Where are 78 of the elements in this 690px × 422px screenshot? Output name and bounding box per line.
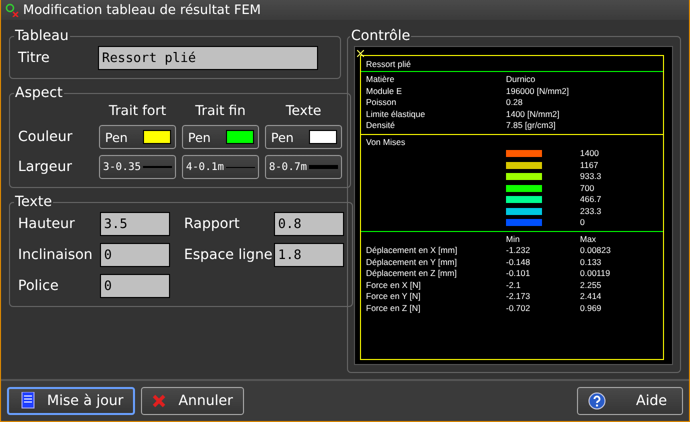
property-name: Densité (366, 120, 396, 132)
group-title: Contrôle (350, 28, 412, 44)
property-value: 0.28 (506, 97, 524, 108)
app-icon (5, 3, 19, 17)
field-label: Hauteur (18, 216, 76, 232)
property-value: 1400 [N/mm2] (506, 108, 560, 120)
min-value: -2.1 (506, 280, 522, 291)
row-label: Largeur (18, 159, 74, 175)
field-label: Inclinaison (18, 247, 94, 263)
scale-title: Von Mises (366, 136, 406, 148)
legend-value: 1167 (580, 160, 600, 171)
result-name: Déplacement en Y [mm] (366, 256, 458, 268)
column-header: Min (506, 234, 521, 245)
help-icon (588, 392, 606, 410)
property-name: Module E (366, 86, 403, 97)
line-width-button[interactable]: 4-0.1m (182, 155, 259, 179)
min-value: -2.173 (506, 291, 532, 302)
column-header: Trait fort (108, 103, 168, 119)
cancel-button[interactable]: Annuler (141, 387, 244, 415)
legend-value: 0 (580, 217, 586, 228)
property-name: Poisson (366, 97, 398, 108)
field-label: Police (18, 278, 60, 294)
pen-color-button[interactable]: Pen (182, 125, 259, 149)
result-name: Force en Y [N] (366, 291, 422, 302)
max-value: 0.00119 (580, 268, 612, 280)
field-label: Titre (18, 50, 51, 66)
result-name: Force en X [N] (366, 280, 422, 291)
field-label: Rapport (184, 216, 241, 232)
column-header: Max (580, 234, 598, 245)
line-sample-icon (142, 166, 172, 168)
line-sample-icon (308, 165, 338, 169)
min-value: -0.148 (506, 256, 532, 268)
close-icon (152, 394, 166, 408)
group-title: Texte (14, 194, 53, 210)
property-name: Limite élastique (366, 108, 426, 120)
window-title: Modification tableau de résultat FEM (23, 2, 261, 18)
property-value: 7.85 [gr/cm3] (506, 120, 557, 132)
document-icon (19, 392, 35, 410)
table-title: Ressort plié (366, 59, 411, 69)
cross-icon (357, 50, 364, 57)
property-value: Durnico (506, 74, 536, 86)
update-button[interactable]: Mise à jour (7, 387, 136, 415)
help-button[interactable]: Aide (577, 387, 683, 415)
row-label: Couleur (18, 129, 74, 145)
legend-value: 700 (580, 182, 596, 194)
group-title: Aspect (14, 85, 64, 101)
line-width-button[interactable]: 8-0.7m (265, 155, 342, 179)
legend-value: 1400 (580, 148, 600, 160)
pen-color-button[interactable]: Pen (99, 125, 176, 149)
max-value: 0.00823 (580, 245, 612, 256)
max-value: 2.414 (580, 291, 602, 302)
min-value: -0.101 (506, 268, 532, 280)
legend-value: 933.3 (580, 171, 602, 182)
result-name: Déplacement en X [mm] (366, 245, 458, 256)
result-name: Déplacement en Z [mm] (366, 268, 458, 280)
field-label: Espace ligne (184, 247, 274, 263)
min-value: -0.702 (506, 302, 532, 314)
input-field[interactable]: 0 (100, 243, 170, 267)
line-width-button[interactable]: 3-0.35 (99, 155, 176, 179)
column-header: Trait fin (194, 103, 247, 119)
max-value: 0.133 (580, 256, 602, 268)
max-value: 0.969 (580, 302, 602, 314)
max-value: 2.255 (580, 280, 602, 291)
group-title: Tableau (14, 28, 70, 44)
input-field[interactable]: 0.8 (274, 212, 344, 236)
input-field[interactable]: 3.5 (100, 212, 170, 236)
input-field[interactable]: 0 (100, 274, 170, 298)
input-field[interactable]: 1.8 (274, 243, 344, 267)
input-field[interactable]: Ressort plié (98, 46, 318, 70)
property-value: 196000 [N/mm2] (506, 86, 570, 97)
column-header: Texte (284, 103, 322, 119)
pen-color-button[interactable]: Pen (265, 125, 342, 149)
legend-value: 233.3 (580, 206, 602, 217)
legend-value: 466.7 (580, 194, 602, 206)
result-name: Force en Z [N] (366, 302, 422, 314)
min-value: -1.232 (506, 245, 532, 256)
line-sample-icon (226, 166, 255, 168)
property-name: Matière (366, 74, 396, 86)
